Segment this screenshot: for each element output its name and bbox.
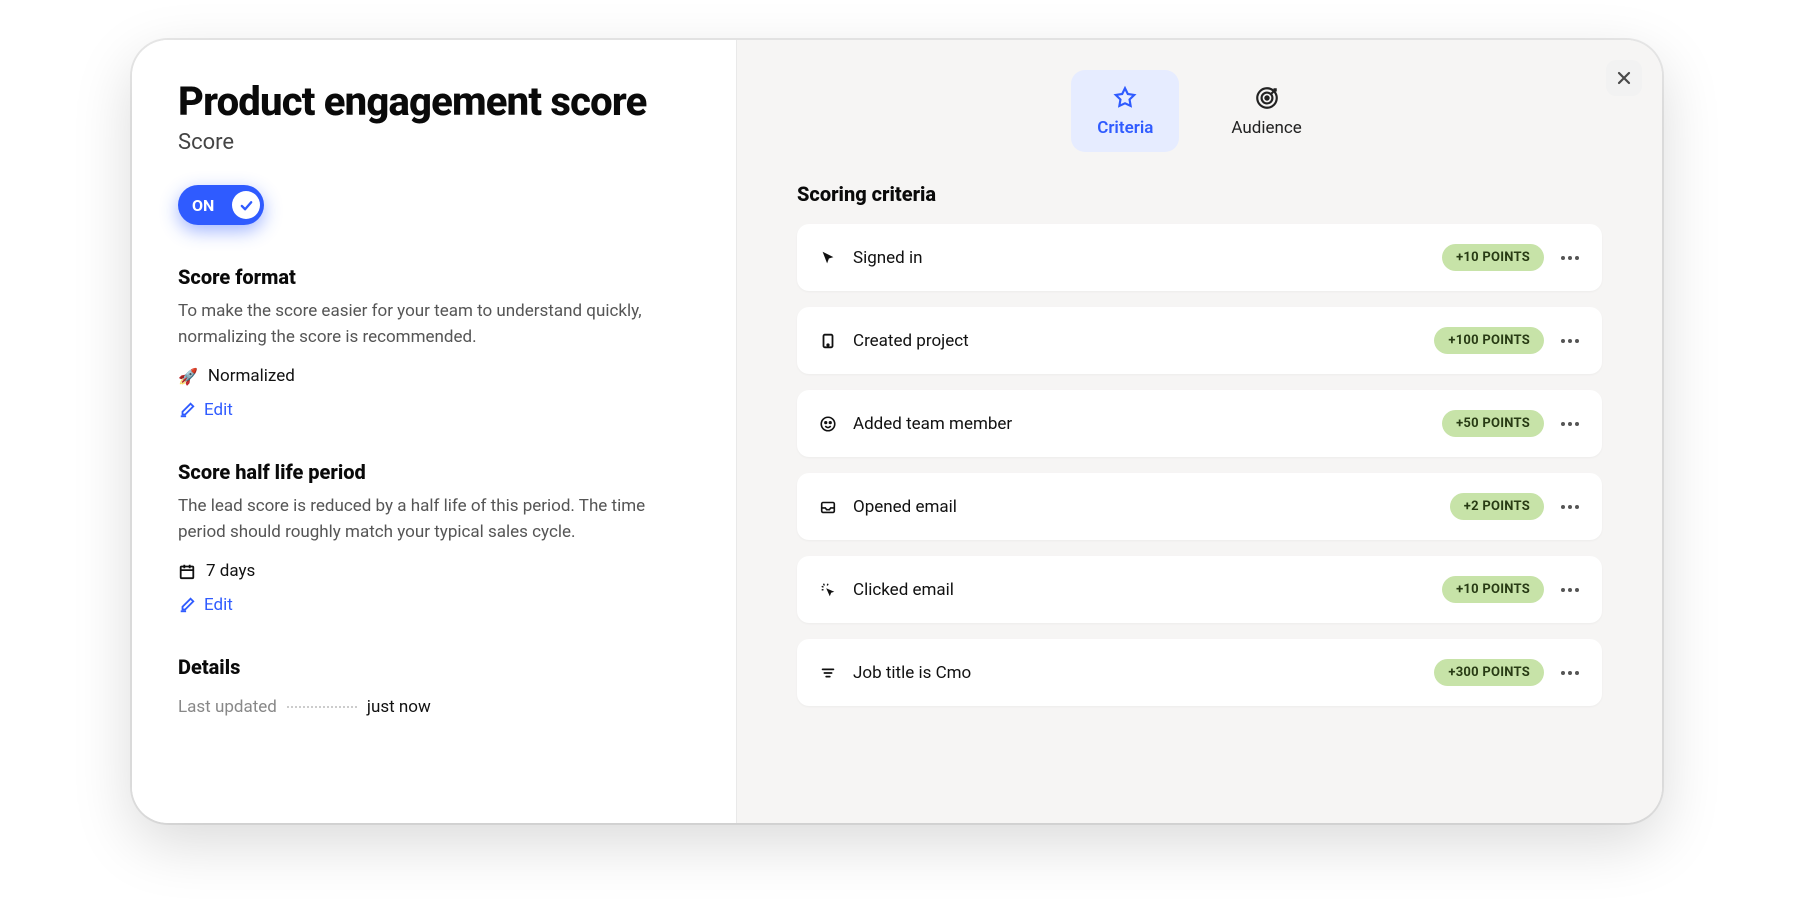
more-button[interactable] bbox=[1560, 422, 1580, 426]
edit-icon bbox=[178, 596, 196, 614]
criteria-card[interactable]: Added team member+50 POINTS bbox=[797, 390, 1602, 457]
criteria-card[interactable]: Created project+100 POINTS bbox=[797, 307, 1602, 374]
criteria-card[interactable]: Signed in+10 POINTS bbox=[797, 224, 1602, 291]
criteria-label: Created project bbox=[853, 331, 1434, 351]
rocket-icon: 🚀 bbox=[178, 367, 198, 386]
more-button[interactable] bbox=[1560, 505, 1580, 509]
star-icon bbox=[1111, 84, 1139, 112]
close-icon bbox=[1616, 70, 1632, 86]
right-panel: Criteria Audience Scoring criteria Signe… bbox=[737, 40, 1662, 823]
more-button[interactable] bbox=[1560, 588, 1580, 592]
criteria-card[interactable]: Opened email+2 POINTS bbox=[797, 473, 1602, 540]
tab-audience-label: Audience bbox=[1231, 118, 1301, 138]
half-life-value: 7 days bbox=[206, 561, 255, 581]
score-toggle[interactable]: ON bbox=[178, 185, 264, 225]
points-badge: +10 POINTS bbox=[1442, 576, 1544, 603]
inbox-icon bbox=[819, 497, 839, 517]
last-updated-label: Last updated bbox=[178, 697, 277, 717]
criteria-card[interactable]: Clicked email+10 POINTS bbox=[797, 556, 1602, 623]
score-format-value: Normalized bbox=[208, 366, 295, 386]
criteria-card[interactable]: Job title is Cmo+300 POINTS bbox=[797, 639, 1602, 706]
filter-icon bbox=[819, 663, 839, 683]
smile-icon bbox=[819, 414, 839, 434]
tab-criteria-label: Criteria bbox=[1097, 118, 1153, 138]
edit-label: Edit bbox=[204, 595, 233, 615]
half-life-section: Score half life period The lead score is… bbox=[178, 460, 690, 615]
check-icon bbox=[239, 198, 254, 213]
edit-label: Edit bbox=[204, 400, 233, 420]
criteria-label: Signed in bbox=[853, 248, 1442, 268]
cursor-click-icon bbox=[819, 580, 839, 600]
dotted-divider bbox=[287, 706, 357, 708]
page-title: Product engagement score bbox=[178, 80, 690, 124]
score-format-edit-link[interactable]: Edit bbox=[178, 400, 690, 420]
left-panel: Product engagement score Score ON Score … bbox=[132, 40, 737, 823]
score-format-value-row: 🚀 Normalized bbox=[178, 366, 690, 386]
tab-criteria[interactable]: Criteria bbox=[1071, 70, 1179, 152]
cursor-icon bbox=[819, 248, 839, 268]
details-heading: Details bbox=[178, 655, 690, 679]
page-subtitle: Score bbox=[178, 130, 690, 155]
criteria-label: Opened email bbox=[853, 497, 1450, 517]
points-badge: +100 POINTS bbox=[1434, 327, 1544, 354]
points-badge: +2 POINTS bbox=[1450, 493, 1544, 520]
half-life-value-row: 7 days bbox=[178, 561, 690, 581]
criteria-label: Clicked email bbox=[853, 580, 1442, 600]
more-button[interactable] bbox=[1560, 339, 1580, 343]
half-life-heading: Score half life period bbox=[178, 460, 690, 484]
last-updated-value: just now bbox=[367, 697, 431, 717]
points-badge: +300 POINTS bbox=[1434, 659, 1544, 686]
details-section: Details Last updated just now bbox=[178, 655, 690, 717]
edit-icon bbox=[178, 401, 196, 419]
toggle-knob bbox=[232, 191, 260, 219]
score-format-heading: Score format bbox=[178, 265, 690, 289]
score-format-description: To make the score easier for your team t… bbox=[178, 299, 690, 350]
points-badge: +50 POINTS bbox=[1442, 410, 1544, 437]
criteria-label: Added team member bbox=[853, 414, 1442, 434]
tabs: Criteria Audience bbox=[797, 70, 1602, 152]
criteria-label: Job title is Cmo bbox=[853, 663, 1434, 683]
score-modal: Product engagement score Score ON Score … bbox=[132, 40, 1662, 823]
criteria-list: Signed in+10 POINTSCreated project+100 P… bbox=[797, 224, 1602, 722]
more-button[interactable] bbox=[1560, 256, 1580, 260]
tablet-icon bbox=[819, 331, 839, 351]
target-icon bbox=[1253, 84, 1281, 112]
more-button[interactable] bbox=[1560, 671, 1580, 675]
score-format-section: Score format To make the score easier fo… bbox=[178, 265, 690, 420]
half-life-edit-link[interactable]: Edit bbox=[178, 595, 690, 615]
points-badge: +10 POINTS bbox=[1442, 244, 1544, 271]
toggle-label: ON bbox=[192, 196, 214, 215]
half-life-description: The lead score is reduced by a half life… bbox=[178, 494, 690, 545]
criteria-heading: Scoring criteria bbox=[797, 182, 1602, 206]
calendar-icon bbox=[178, 562, 196, 580]
tab-audience[interactable]: Audience bbox=[1205, 70, 1327, 152]
details-row: Last updated just now bbox=[178, 697, 690, 717]
close-button[interactable] bbox=[1606, 60, 1642, 96]
